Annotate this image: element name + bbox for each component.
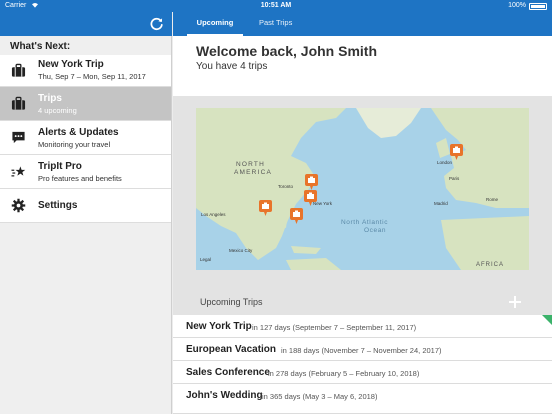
status-bar: Carrier 10:51 AM 100% xyxy=(0,0,552,12)
map-section: NORTH AMERICA North Atlantic Ocean AFRIC… xyxy=(173,96,552,290)
map-label-toronto: Toronto xyxy=(278,184,294,189)
sidebar-item-sublabel: Monitoring your travel xyxy=(38,140,111,149)
battery-icon xyxy=(529,2,547,10)
tab-upcoming-trips[interactable]: Upcoming Trips xyxy=(187,12,243,49)
sidebar-item-label: Settings xyxy=(38,200,78,211)
sidebar-item-settings[interactable]: Settings xyxy=(0,189,171,223)
trip-name: European Vacation xyxy=(186,344,277,355)
map-label-madrid: Madrid xyxy=(434,201,448,206)
map-legal-link[interactable]: Legal xyxy=(200,257,211,262)
gear-icon xyxy=(11,198,26,213)
trip-flag-indicator xyxy=(542,315,552,325)
tab-past-trips[interactable]: Past Trips xyxy=(259,12,292,36)
map-label-paris: Paris xyxy=(449,176,460,181)
map-label-ocean-2: Ocean xyxy=(364,227,386,234)
map-label-mexico-city: Mexico City xyxy=(229,248,253,253)
sidebar-item-new-york-trip[interactable]: New York Trip Thu, Sep 7 – Mon, Sep 11, … xyxy=(0,55,171,87)
battery-percent: 100% xyxy=(508,2,526,9)
sidebar-item-tripit-pro[interactable]: TripIt Pro Pro features and benefits xyxy=(0,155,171,189)
sidebar-item-sublabel: Thu, Sep 7 – Mon, Sep 11, 2017 xyxy=(38,72,146,81)
sidebar-item-label: Trips xyxy=(38,93,62,104)
sidebar-item-sublabel: Pro features and benefits xyxy=(38,174,122,183)
star-icon xyxy=(11,166,26,177)
suitcase-icon xyxy=(11,96,26,110)
sidebar-item-trips[interactable]: Trips 4 upcoming xyxy=(0,87,171,121)
welcome-title: Welcome back, John Smith xyxy=(196,43,378,59)
add-trip-icon[interactable] xyxy=(508,295,522,309)
sidebar-item-sublabel: 4 upcoming xyxy=(38,106,77,115)
map-label-north-america: NORTH xyxy=(236,161,265,168)
sidebar-item-alerts-updates[interactable]: Alerts & Updates Monitoring your travel xyxy=(0,121,171,155)
trip-name: John's Wedding xyxy=(186,390,263,401)
trip-detail: in 278 days (February 5 – February 10, 2… xyxy=(268,369,420,378)
map-label-africa: AFRICA xyxy=(476,262,504,268)
trip-name: Sales Conference xyxy=(186,367,270,378)
trip-row-sales-conference[interactable]: Sales Conference in 278 days (February 5… xyxy=(173,361,552,384)
upcoming-trips-header: Upcoming Trips xyxy=(173,290,552,315)
map-label-north-america-2: AMERICA xyxy=(234,169,272,176)
trip-row-european-vacation[interactable]: European Vacation in 188 days (November … xyxy=(173,338,552,361)
clock: 10:51 AM xyxy=(260,2,292,9)
map-canvas: NORTH AMERICA North Atlantic Ocean AFRIC… xyxy=(196,108,529,270)
sidebar-item-label: New York Trip xyxy=(38,59,104,70)
trip-row-new-york[interactable]: New York Trip in 127 days (September 7 –… xyxy=(173,315,552,338)
trip-count-text: You have 4 trips xyxy=(196,61,268,72)
sidebar-item-label: TripIt Pro xyxy=(38,161,82,172)
top-tab-bar: Upcoming Trips Past Trips xyxy=(173,12,552,49)
trip-detail: in 127 days (September 7 – September 11,… xyxy=(252,323,417,332)
trip-row-johns-wedding[interactable]: John's Wedding in 365 days (May 3 – May … xyxy=(173,384,552,414)
welcome-panel: Welcome back, John Smith You have 4 trip… xyxy=(173,36,552,96)
map-label-los-angeles: Los Angeles xyxy=(201,212,226,217)
sidebar: What's Next: New York Trip Thu, Sep 7 – … xyxy=(0,36,172,414)
chat-bubble-icon xyxy=(12,131,25,144)
map-label-ocean: North Atlantic xyxy=(341,219,388,226)
whats-next-heading: What's Next: xyxy=(10,41,71,52)
map-label-rome: Rome xyxy=(486,197,499,202)
sidebar-header xyxy=(0,12,172,36)
trips-map[interactable]: NORTH AMERICA North Atlantic Ocean AFRIC… xyxy=(196,108,529,270)
suitcase-icon xyxy=(11,63,26,77)
trip-detail: in 188 days (November 7 – November 24, 2… xyxy=(281,346,442,355)
trip-detail: in 365 days (May 3 – May 6, 2018) xyxy=(262,392,378,401)
map-label-london: London xyxy=(437,160,453,165)
trip-name: New York Trip xyxy=(186,321,252,332)
upcoming-trips-title: Upcoming Trips xyxy=(200,297,263,307)
refresh-icon[interactable] xyxy=(150,17,164,31)
battery-indicator: 100% xyxy=(508,0,547,12)
sidebar-item-label: Alerts & Updates xyxy=(38,127,119,138)
